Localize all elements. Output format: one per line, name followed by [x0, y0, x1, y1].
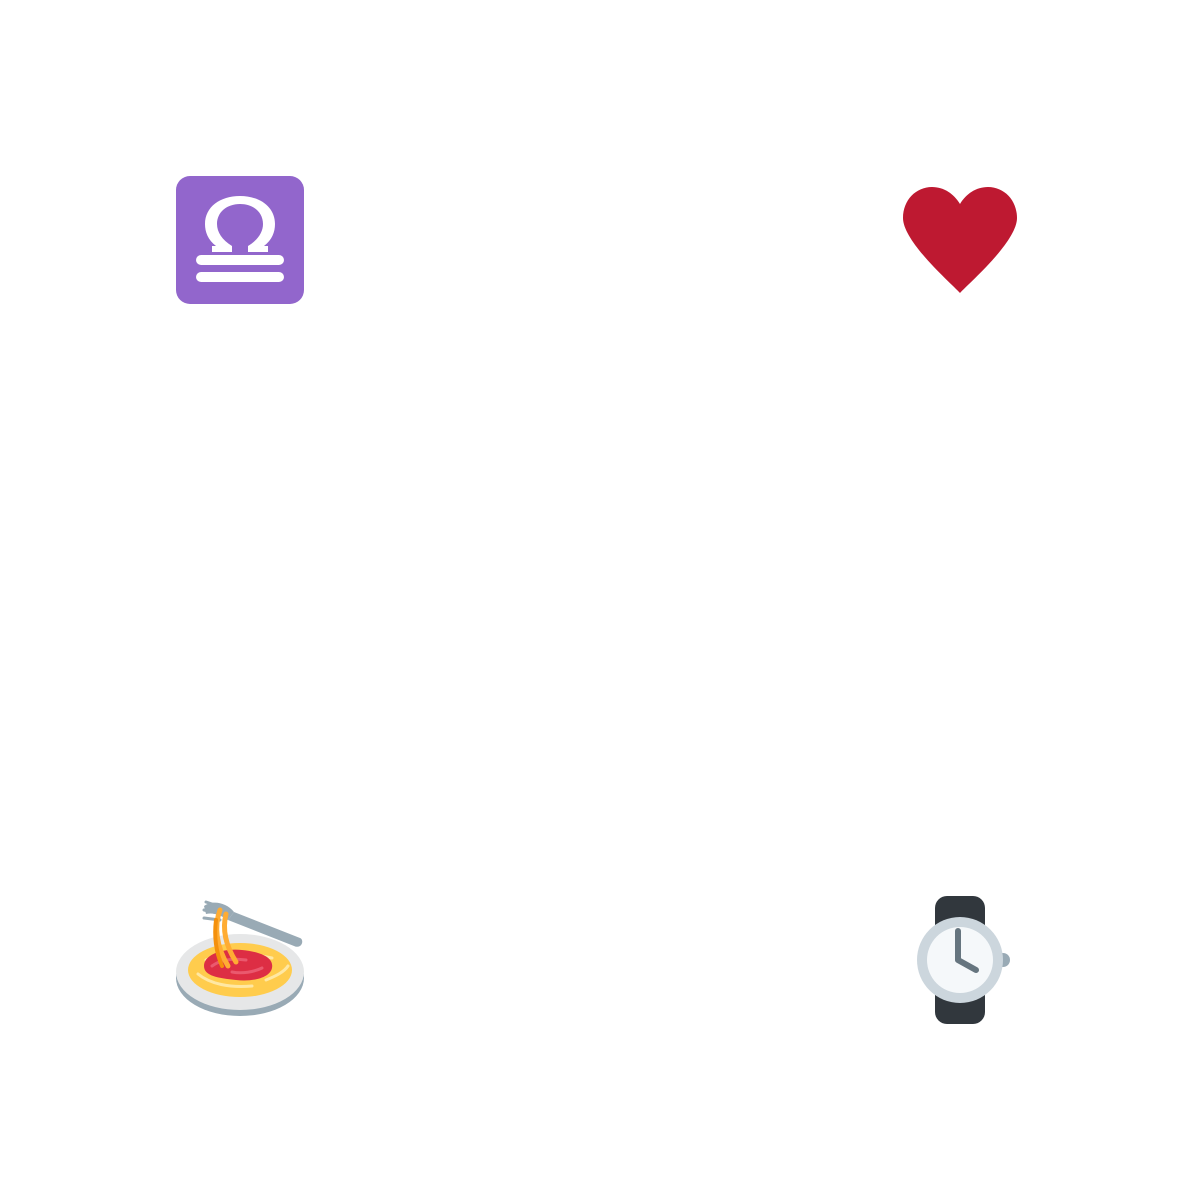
spaghetti-icon: [176, 896, 304, 1024]
watch-icon: [896, 896, 1024, 1024]
emoji-canvas: [0, 0, 1200, 1200]
heart-icon: [896, 176, 1024, 304]
libra-icon: [176, 176, 304, 304]
